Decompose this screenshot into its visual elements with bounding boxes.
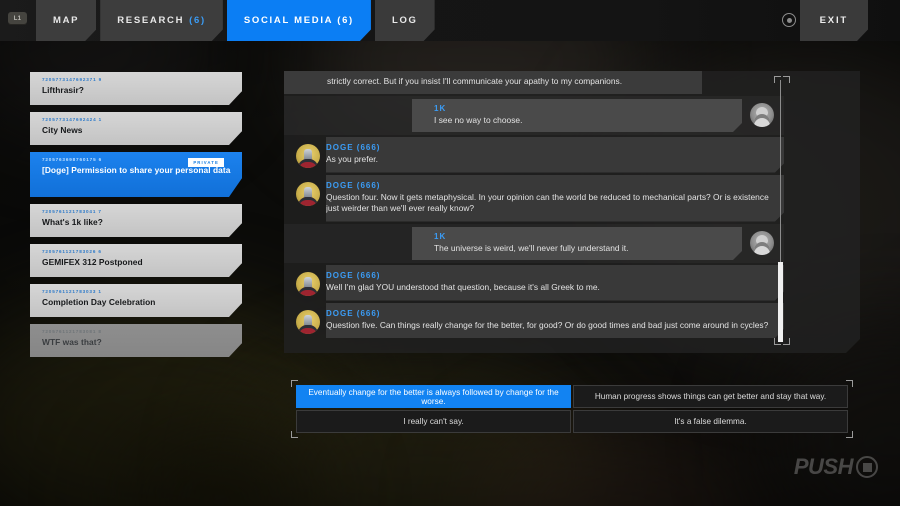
list-item[interactable]: 7205761121783033 1 Completion Day Celebr… xyxy=(30,284,242,317)
message-bubble: 1K The universe is weird, we'll never fu… xyxy=(412,227,742,261)
push-button-icon xyxy=(856,456,878,478)
avatar xyxy=(296,144,320,168)
avatar xyxy=(296,310,320,334)
tab-research-count: (6) xyxy=(189,15,206,26)
list-item-selected[interactable]: PRIVATE 7205763698760175 6 [Doge] Permis… xyxy=(30,152,242,197)
dialogue-choices: Eventually change for the better is alwa… xyxy=(291,380,853,438)
message-sender: 1K xyxy=(434,103,447,113)
chat-message-list[interactable]: strictly correct. But if you insist I'll… xyxy=(284,71,784,353)
choices-corner-marker xyxy=(291,431,298,438)
thread-title: GEMIFEX 312 Postponed xyxy=(42,257,143,267)
tab-log[interactable]: LOG xyxy=(375,0,435,41)
tab-log-label: LOG xyxy=(391,15,418,26)
message-text: The universe is weird, we'll never fully… xyxy=(434,242,629,253)
tab-research[interactable]: RESEARCH (6) xyxy=(100,0,223,41)
choices-corner-marker xyxy=(291,380,298,387)
dialogue-choice-3[interactable]: I really can't say. xyxy=(296,410,571,433)
shoulder-button-l1-icon[interactable]: L1 xyxy=(8,12,27,25)
choices-corner-marker xyxy=(846,431,853,438)
message-text: Question five. Can things really change … xyxy=(326,319,769,330)
message-text: As you prefer. xyxy=(326,154,378,164)
thread-list-sidebar: 7205773147692371 9 Lifthrasir? 720577314… xyxy=(30,72,242,362)
chat-message-player: 1K The universe is weird, we'll never fu… xyxy=(284,224,784,264)
thread-title: Completion Day Celebration xyxy=(42,297,156,307)
thread-id: 7205761121783041 7 xyxy=(42,209,102,214)
dialogue-choice-2[interactable]: Human progress shows things can get bett… xyxy=(573,385,848,408)
avatar xyxy=(296,182,320,206)
message-sender: DOGE (666) xyxy=(326,271,381,280)
message-bubble: DOGE (666) Question five. Can things rea… xyxy=(326,303,784,339)
thread-id: 7205761121783026 6 xyxy=(42,249,102,254)
dialogue-choice-1-label: Eventually change for the better is alwa… xyxy=(308,387,559,406)
push-watermark-text: PUSH xyxy=(793,454,854,479)
list-item[interactable]: 7205761121783041 7 What's 1k like? xyxy=(30,204,242,237)
message-sender: DOGE (666) xyxy=(326,143,381,152)
list-item[interactable]: 7205761121783026 6 GEMIFEX 312 Postponed xyxy=(30,244,242,277)
message-bubble: DOGE (666) As you prefer. xyxy=(326,137,784,173)
scrollbar-thumb[interactable] xyxy=(778,262,783,342)
message-text: Well I'm glad YOU understood that questi… xyxy=(326,282,600,292)
chat-message-npc: DOGE (666) Question five. Can things rea… xyxy=(284,303,784,339)
message-text: strictly correct. But if you insist I'll… xyxy=(327,76,623,86)
tab-list: MAP RESEARCH (6) SOCIAL MEDIA (6) LOG xyxy=(36,0,439,41)
thread-id: 7205773147692424 1 xyxy=(42,117,103,122)
top-navigation-bar: L1 R1 MAP RESEARCH (6) SOCIAL MEDIA (6) … xyxy=(0,0,900,41)
tab-map-label: MAP xyxy=(53,15,80,26)
circle-button-icon xyxy=(782,13,796,27)
scrollbar-corner-marker xyxy=(783,76,790,83)
chat-panel: strictly correct. But if you insist I'll… xyxy=(284,71,860,353)
scrollbar-corner-marker xyxy=(783,338,790,345)
message-text: I see no way to choose. xyxy=(434,114,523,125)
message-bubble: DOGE (666) Well I'm glad YOU understood … xyxy=(326,265,784,301)
message-bubble: 1K I see no way to choose. xyxy=(412,99,742,133)
dialogue-choice-2-label: Human progress shows things can get bett… xyxy=(594,392,827,401)
push-watermark: PUSH xyxy=(794,454,878,480)
avatar xyxy=(750,103,774,127)
thread-id: 7205761121783033 1 xyxy=(42,289,102,294)
exit-button[interactable]: EXIT xyxy=(800,0,868,41)
message-bubble: DOGE (666) Question four. Now it gets me… xyxy=(326,175,784,222)
thread-title: What's 1k like? xyxy=(42,217,103,227)
avatar xyxy=(296,272,320,296)
thread-id: 7205773147692371 9 xyxy=(42,77,103,82)
thread-title: Lifthrasir? xyxy=(42,85,84,95)
tab-map[interactable]: MAP xyxy=(36,0,96,41)
dialogue-choice-1[interactable]: Eventually change for the better is alwa… xyxy=(296,385,571,408)
chat-message-partial: strictly correct. But if you insist I'll… xyxy=(284,71,702,94)
message-sender: DOGE (666) xyxy=(326,180,381,190)
dialogue-choice-3-label: I really can't say. xyxy=(403,417,464,426)
dialogue-choice-4[interactable]: It's a false dilemma. xyxy=(573,410,848,433)
chat-message-npc: DOGE (666) Well I'm glad YOU understood … xyxy=(284,265,784,301)
list-item[interactable]: 7205773147692424 1 City News xyxy=(30,112,242,145)
chat-message-npc: DOGE (666) As you prefer. xyxy=(284,137,784,173)
list-item[interactable]: 7205773147692371 9 Lifthrasir? xyxy=(30,72,242,105)
thread-title: WTF was that? xyxy=(42,337,102,347)
chat-message-npc: DOGE (666) Question four. Now it gets me… xyxy=(284,175,784,222)
choices-corner-marker xyxy=(846,380,853,387)
message-sender: 1K xyxy=(434,231,447,241)
tab-social-media[interactable]: SOCIAL MEDIA (6) xyxy=(227,0,371,41)
dialogue-choice-4-label: It's a false dilemma. xyxy=(674,417,747,426)
message-text: Question four. Now it gets metaphysical.… xyxy=(326,191,769,213)
message-sender: DOGE (666) xyxy=(326,308,381,318)
list-item[interactable]: 7205761121783081 8 WTF was that? xyxy=(30,324,242,357)
tab-research-label: RESEARCH xyxy=(117,15,185,26)
status-badge: PRIVATE xyxy=(188,158,224,167)
avatar xyxy=(750,231,774,255)
chat-scrollbar[interactable] xyxy=(778,80,783,342)
chat-message-player: 1K I see no way to choose. xyxy=(284,96,784,136)
exit-label: EXIT xyxy=(819,15,848,26)
thread-id: 7205761121783081 8 xyxy=(42,329,102,334)
tab-social-media-label: SOCIAL MEDIA (6) xyxy=(243,15,354,26)
thread-title: City News xyxy=(42,125,83,135)
